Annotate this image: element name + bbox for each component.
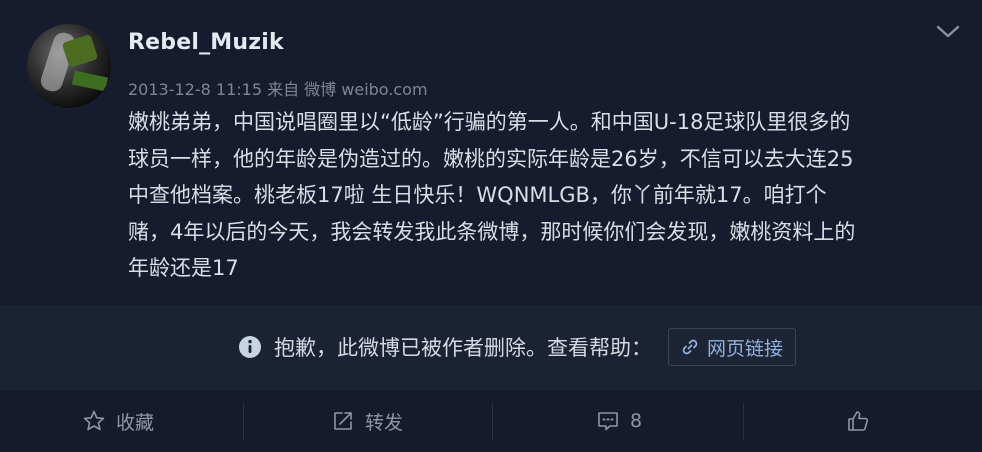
link-icon [682, 339, 698, 355]
deleted-notice: 抱歉，此微博已被作者删除。查看帮助： 网页链接 [0, 305, 982, 390]
post-line: 中查他档案。桃老板17啦 生日快乐！WQNMLGB，你丫前年就17。咱打个 [128, 183, 827, 207]
deleted-notice-text: 抱歉，此微博已被作者删除。查看帮助： [274, 336, 652, 360]
post-card: Rebel_Muzik 2013-12-8 11:15 来自 微博 weibo.… [0, 0, 982, 305]
post-meta: 2013-12-8 11:15 来自 微博 weibo.com [128, 80, 428, 99]
divider [743, 404, 744, 440]
favorite-button[interactable]: 收藏 [82, 390, 154, 452]
post-line: 球员一样，他的年龄是伪造过的。嫩桃的实际年龄是26岁，不信可以去大连25 [128, 146, 854, 171]
action-bar: 收藏 转发 8 [0, 390, 982, 452]
divider [243, 404, 244, 440]
web-link-button[interactable]: 网页链接 [668, 328, 797, 366]
post-line: 赌，4年以后的今天，我会转发我此条微博，那时候你们会发现，嫩桃资料上的 [128, 219, 856, 244]
star-icon [83, 410, 105, 431]
post-content: 嫩桃弟弟，中国说唱圈里以“低龄”行骗的第一人。和中国U-18足球队里很多的 球员… [128, 104, 958, 287]
like-button[interactable] [846, 390, 880, 452]
comment-button[interactable]: 8 [596, 390, 642, 452]
comment-icon [598, 412, 618, 431]
divider [492, 404, 493, 440]
username[interactable]: Rebel_Muzik [128, 30, 284, 55]
repost-button[interactable]: 转发 [331, 390, 403, 452]
comment-count: 8 [630, 410, 643, 432]
repost-icon [334, 412, 352, 430]
chevron-down-icon[interactable] [934, 22, 962, 42]
web-link-label: 网页链接 [707, 337, 784, 360]
avatar[interactable] [27, 24, 111, 108]
repost-label: 转发 [365, 411, 404, 434]
info-icon [239, 336, 261, 358]
favorite-label: 收藏 [116, 411, 155, 434]
like-icon [848, 411, 869, 431]
post-line: 年龄还是17 [128, 256, 239, 280]
post-line: 嫩桃弟弟，中国说唱圈里以“低龄”行骗的第一人。和中国U-18足球队里很多的 [128, 110, 851, 134]
